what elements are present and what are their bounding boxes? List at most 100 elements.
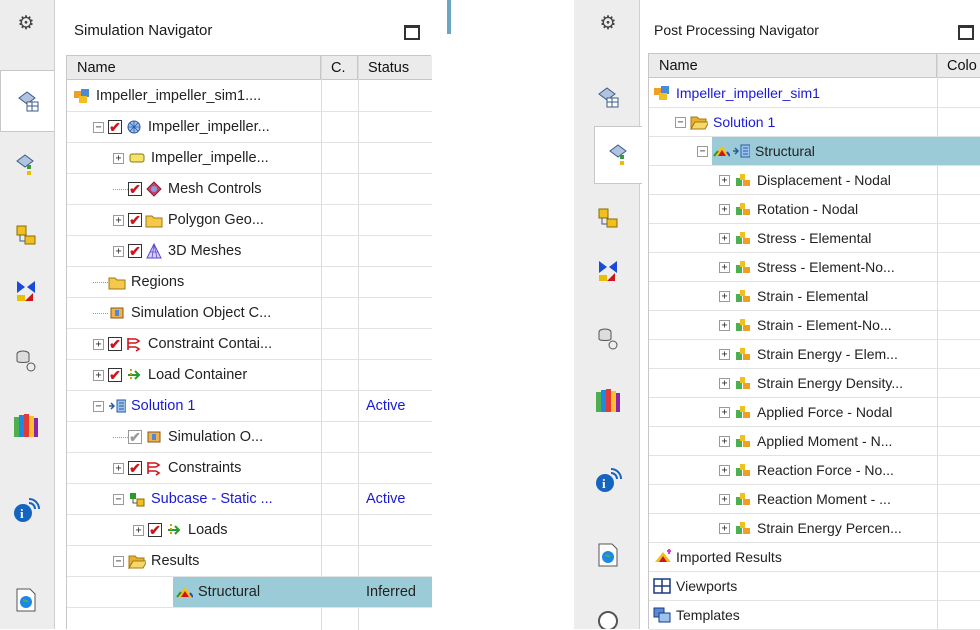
tree-row[interactable]: Templates xyxy=(649,601,980,630)
tree-row[interactable]: + ✔ Constraints xyxy=(67,453,432,484)
tree-row[interactable]: − Subcase - Static ... Active xyxy=(67,484,432,515)
expand-toggle[interactable]: + xyxy=(719,464,730,476)
visibility-checkbox[interactable]: ✔ xyxy=(108,368,122,382)
selected-item[interactable]: Structural xyxy=(712,137,937,165)
tree-row[interactable]: Impeller_impeller_sim1.... xyxy=(67,81,432,112)
tree-row[interactable]: + Displacement - Nodal xyxy=(649,166,980,195)
tree-row[interactable]: + Reaction Moment - ... xyxy=(649,485,980,514)
tree-row[interactable]: + Impeller_impelle... xyxy=(67,143,432,174)
visibility-checkbox[interactable]: ✔ xyxy=(128,213,142,227)
simulation-navigator-tab[interactable] xyxy=(582,72,634,122)
constraint-navigator-tab[interactable] xyxy=(0,270,52,310)
web-browser-tab[interactable] xyxy=(0,580,52,620)
expand-toggle[interactable]: + xyxy=(113,462,124,474)
tree-row[interactable]: + Rotation - Nodal xyxy=(649,195,980,224)
visibility-checkbox[interactable]: ✔ xyxy=(128,244,142,258)
tree-row[interactable]: Imported Results xyxy=(649,543,980,572)
collapse-toggle[interactable]: − xyxy=(113,493,124,505)
collapse-toggle[interactable]: − xyxy=(93,400,104,412)
info-tab[interactable]: i xyxy=(582,460,634,500)
tree-row[interactable]: + ✔ Constraint Contai... xyxy=(67,329,432,360)
tree-row[interactable]: − Structural xyxy=(649,137,980,166)
tree-row[interactable]: + Stress - Element-No... xyxy=(649,253,980,282)
expand-toggle[interactable]: + xyxy=(93,369,104,381)
maximize-button[interactable] xyxy=(958,25,974,40)
tree-row[interactable]: Regions xyxy=(67,267,432,298)
tree-row[interactable]: ✔ Simulation O... xyxy=(67,422,432,453)
expand-toggle[interactable]: + xyxy=(719,203,730,215)
reuse-library-tab[interactable] xyxy=(582,318,634,358)
assembly-navigator-tab[interactable] xyxy=(0,140,52,190)
tree-row[interactable]: Impeller_impeller_sim1 xyxy=(649,79,980,108)
expand-toggle[interactable]: + xyxy=(133,524,144,536)
visibility-checkbox[interactable]: ✔ xyxy=(128,430,142,444)
expand-toggle[interactable]: + xyxy=(719,232,730,244)
reuse-library-tab[interactable] xyxy=(0,340,52,380)
expand-toggle[interactable]: + xyxy=(719,406,730,418)
history-tab[interactable] xyxy=(582,380,634,420)
tree-row[interactable]: ✔ Mesh Controls xyxy=(67,174,432,205)
tree-row[interactable]: + Strain Energy Density... xyxy=(649,369,980,398)
expand-toggle[interactable]: + xyxy=(93,338,104,350)
tree-row[interactable]: − Results xyxy=(67,546,432,577)
info-tab[interactable]: i xyxy=(0,490,52,530)
expand-toggle[interactable]: + xyxy=(719,435,730,447)
tree-row[interactable]: Structural Inferred xyxy=(67,577,432,608)
column-header-c[interactable]: C. xyxy=(321,56,358,80)
visibility-checkbox[interactable]: ✔ xyxy=(148,523,162,537)
tree-row[interactable]: + ✔ Load Container xyxy=(67,360,432,391)
expand-toggle[interactable]: + xyxy=(113,245,124,257)
expand-toggle[interactable]: + xyxy=(719,174,730,186)
visibility-checkbox[interactable]: ✔ xyxy=(128,461,142,475)
maximize-button[interactable] xyxy=(404,25,420,40)
expand-toggle[interactable]: + xyxy=(113,214,124,226)
status-text: Active xyxy=(366,491,406,507)
column-header-color[interactable]: Colo xyxy=(937,54,980,78)
expand-toggle[interactable]: + xyxy=(719,493,730,505)
expand-toggle[interactable]: + xyxy=(719,377,730,389)
expand-toggle[interactable]: + xyxy=(719,290,730,302)
tree-row[interactable]: + Applied Force - Nodal xyxy=(649,398,980,427)
post-processing-navigator-tab[interactable] xyxy=(594,126,642,184)
collapse-toggle[interactable]: − xyxy=(113,555,124,567)
web-browser-tab[interactable] xyxy=(582,535,634,575)
tree-row[interactable]: + ✔ 3D Meshes xyxy=(67,236,432,267)
column-header-name[interactable]: Name xyxy=(649,54,937,78)
history-tab[interactable] xyxy=(0,405,52,445)
panel-splitter[interactable] xyxy=(447,0,451,34)
clock-tab[interactable] xyxy=(582,608,634,629)
tree-row[interactable]: + Stress - Elemental xyxy=(649,224,980,253)
tree-row[interactable]: + Strain - Element-No... xyxy=(649,311,980,340)
expand-toggle[interactable]: + xyxy=(719,522,730,534)
part-navigator-tab[interactable] xyxy=(0,210,52,260)
collapse-toggle[interactable]: − xyxy=(697,145,708,157)
tree-row[interactable]: + Reaction Force - No... xyxy=(649,456,980,485)
constraint-navigator-tab[interactable] xyxy=(582,250,634,290)
tree-row[interactable]: + Applied Moment - N... xyxy=(649,427,980,456)
tree-row[interactable]: Viewports xyxy=(649,572,980,601)
tree-row[interactable]: + ✔ Polygon Geo... xyxy=(67,205,432,236)
settings-gear-icon[interactable]: ⚙ xyxy=(582,8,634,38)
visibility-checkbox[interactable]: ✔ xyxy=(128,182,142,196)
tree-row[interactable]: − ✔ Impeller_impeller... xyxy=(67,112,432,143)
expand-toggle[interactable]: + xyxy=(113,152,124,164)
visibility-checkbox[interactable]: ✔ xyxy=(108,120,122,134)
column-header-status[interactable]: Status xyxy=(358,56,432,80)
tree-row[interactable]: + Strain - Elemental xyxy=(649,282,980,311)
part-navigator-tab[interactable] xyxy=(582,195,634,240)
expand-toggle[interactable]: + xyxy=(719,348,730,360)
collapse-toggle[interactable]: − xyxy=(93,121,104,133)
tree-row[interactable]: + Strain Energy - Elem... xyxy=(649,340,980,369)
tree-row[interactable]: + Strain Energy Percen... xyxy=(649,514,980,543)
tree-row[interactable]: + ✔ Loads xyxy=(67,515,432,546)
visibility-checkbox[interactable]: ✔ xyxy=(108,337,122,351)
settings-gear-icon[interactable]: ⚙ xyxy=(0,8,52,38)
collapse-toggle[interactable]: − xyxy=(675,116,686,128)
simulation-navigator-tab[interactable] xyxy=(0,70,54,132)
expand-toggle[interactable]: + xyxy=(719,319,730,331)
expand-toggle[interactable]: + xyxy=(719,261,730,273)
column-header-name[interactable]: Name xyxy=(67,56,321,80)
tree-row[interactable]: − Solution 1 Active xyxy=(67,391,432,422)
tree-row[interactable]: Simulation Object C... xyxy=(67,298,432,329)
tree-row[interactable]: − Solution 1 xyxy=(649,108,980,137)
